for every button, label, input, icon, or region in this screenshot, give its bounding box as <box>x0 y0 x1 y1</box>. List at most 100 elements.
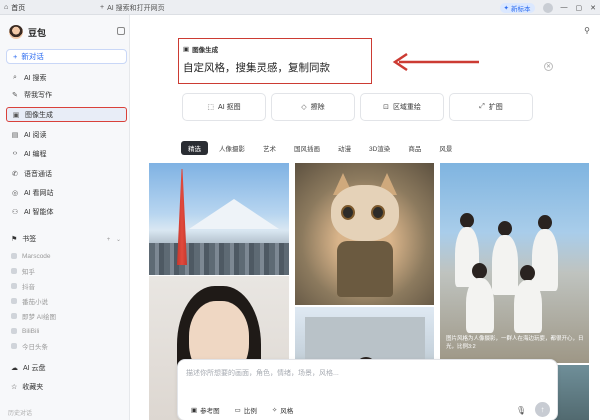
cat-body-shape <box>337 241 393 297</box>
tab-art[interactable]: 艺术 <box>256 141 283 155</box>
tab-home[interactable]: ⌂ 首页 <box>4 2 25 13</box>
person-shape <box>466 278 494 333</box>
main-content: ⚲ ▣ 图像生成 自定风格，搜集灵感，复制同款 ✕ ⬚ AI 抠图 ◇ 擦除 ⊡… <box>131 15 600 420</box>
cutout-icon: ⬚ <box>207 104 215 111</box>
sidebar-item-agent[interactable]: ⚇ AI 智能体 <box>6 204 127 219</box>
reference-image-button[interactable]: ▣ 参考图 <box>186 404 225 416</box>
close-icon[interactable]: ✕ <box>544 62 553 71</box>
tool-label: 擦除 <box>310 104 325 111</box>
bookmark-item[interactable]: BiliBili <box>6 325 127 337</box>
close-button[interactable]: ✕ <box>590 4 596 12</box>
tool-region-button[interactable]: ⊡ 区域重绘 <box>360 93 444 121</box>
sidebar-item-label: AI 云盘 <box>23 364 46 372</box>
bookmark-item[interactable]: Marscode <box>6 250 127 262</box>
person-shape <box>520 265 535 281</box>
phone-icon: ✆ <box>12 170 18 178</box>
sidebar-item-favorites[interactable]: ☆ 收藏夹 <box>6 380 127 393</box>
image-tools: ⬚ AI 抠图 ◇ 擦除 ⊡ 区域重绘 ⤢ 扩图 <box>182 93 533 121</box>
prompt-input[interactable]: 描述你所想要的画面，角色，情绪，场景，风格... <box>186 368 339 378</box>
star-icon: ☆ <box>11 383 18 391</box>
tab-featured[interactable]: 精选 <box>181 141 208 155</box>
site-icon <box>11 328 17 334</box>
sidebar-item-ai-search[interactable]: ⌕ AI 搜索 <box>6 70 127 85</box>
bookmark-item[interactable]: 番茄小说 <box>6 295 127 307</box>
ratio-icon: ▭ <box>234 407 241 414</box>
image-icon: ▣ <box>12 111 20 119</box>
tool-label: AI 抠图 <box>218 104 241 111</box>
sidebar-item-reading[interactable]: ▤ AI 阅读 <box>6 127 127 142</box>
bookmark-label: 番茄小说 <box>22 299 48 306</box>
site-icon <box>11 283 17 289</box>
hero-tag: ▣ 图像生成 <box>183 44 367 54</box>
page-title: 自定风格，搜集灵感，复制同款 <box>183 62 330 74</box>
button-label: 参考图 <box>200 408 220 415</box>
city-shape <box>149 243 289 275</box>
sidebar-item-cloud[interactable]: ☁ AI 云盘 <box>6 361 127 374</box>
plus-icon: + <box>13 52 18 61</box>
composer-options: ▣ 参考图 ▭ 比例 ✧ 风格 <box>186 404 298 416</box>
image-icon: ▣ <box>183 46 190 53</box>
sidebar-item-image-gen[interactable]: ▣ 图像生成 <box>6 107 127 122</box>
new-badge[interactable]: ✦ 新标本 <box>499 2 535 13</box>
style-button[interactable]: ✧ 风格 <box>267 404 298 416</box>
pin-icon[interactable]: ⚲ <box>584 26 590 35</box>
tool-expand-button[interactable]: ⤢ 扩图 <box>449 93 533 121</box>
bookmarks-header[interactable]: ⚑ 书签 + ⌄ <box>6 233 127 245</box>
home-icon: ⌂ <box>4 4 9 11</box>
sparkle-icon: ✦ <box>503 4 509 12</box>
bookmark-item[interactable]: 今日头条 <box>6 340 127 352</box>
plus-icon[interactable]: + <box>100 4 104 11</box>
browser-titlebar: ⌂ 首页 + AI 搜索和打开网页 ✦ 新标本 — ▢ ✕ <box>0 0 600 15</box>
site-icon <box>11 343 17 349</box>
gallery-image-beach-group[interactable]: 图片风格为人像摄影，一群人在海边玩耍，都很开心，日光，比例3:2 <box>440 163 589 363</box>
bookmark-actions-icon[interactable]: + ⌄ <box>107 236 123 243</box>
agent-icon: ⚇ <box>11 208 19 216</box>
tab-guofeng[interactable]: 国风插画 <box>287 141 327 155</box>
sidebar-item-label: 图像生成 <box>25 111 53 119</box>
category-tabs: 精选 人像摄影 艺术 国风插画 动漫 3D渲染 商品 风景 <box>181 141 459 155</box>
site-icon <box>11 313 17 319</box>
person-shape <box>538 215 552 230</box>
tool-label: 扩图 <box>488 104 503 111</box>
cat-eye-shape <box>341 205 355 220</box>
ratio-button[interactable]: ▭ 比例 <box>230 404 262 416</box>
bookmark-label: 抖音 <box>22 284 35 291</box>
bookmark-item[interactable]: 知乎 <box>6 265 127 277</box>
tab-anime[interactable]: 动漫 <box>331 141 358 155</box>
sidebar-item-writing[interactable]: ✎ 帮我写作 <box>6 87 127 102</box>
tab-portrait[interactable]: 人像摄影 <box>212 141 252 155</box>
sidebar-item-label: 语音通话 <box>24 170 52 178</box>
minimize-button[interactable]: — <box>561 4 568 11</box>
tab-home-label: 首页 <box>11 4 26 12</box>
sidebar-item-web[interactable]: ◎ AI 看网站 <box>6 185 127 200</box>
tool-eraser-button[interactable]: ◇ 擦除 <box>271 93 355 121</box>
tower-shape <box>177 169 187 265</box>
tab-landscape[interactable]: 风景 <box>432 141 459 155</box>
tab-product[interactable]: 商品 <box>401 141 428 155</box>
microphone-icon[interactable]: 🎙 <box>516 406 526 415</box>
button-label: 风格 <box>280 408 294 415</box>
bookmark-item[interactable]: 抖音 <box>6 280 127 292</box>
new-badge-label: 新标本 <box>511 5 531 13</box>
tab-3d[interactable]: 3D渲染 <box>362 141 397 155</box>
tool-cutout-button[interactable]: ⬚ AI 抠图 <box>182 93 266 121</box>
user-avatar[interactable] <box>542 2 553 13</box>
cat-eye-shape <box>371 205 385 220</box>
sidebar-item-voice-call[interactable]: ✆ 语音通话 <box>6 166 127 181</box>
gallery-image-cat[interactable] <box>295 163 434 305</box>
new-chat-button[interactable]: + 新对话 <box>6 49 127 64</box>
brand-avatar <box>9 25 23 39</box>
tool-label: 区域重绘 <box>392 104 421 111</box>
bookmark-label: 知乎 <box>22 269 35 276</box>
region-icon: ⊡ <box>383 104 389 111</box>
tab-new[interactable]: + AI 搜索和打开网页 <box>100 2 165 13</box>
sidebar-item-coding[interactable]: ‹› AI 编程 <box>6 146 127 161</box>
brand[interactable]: 豆包 <box>9 25 46 39</box>
bookmark-item[interactable]: 即梦 AI绘图 <box>6 310 127 322</box>
code-icon: ‹› <box>12 150 18 157</box>
send-button[interactable]: ↑ <box>535 402 550 417</box>
history-link[interactable]: 历史对话 <box>8 408 32 417</box>
sidebar-collapse-icon[interactable] <box>117 27 125 35</box>
maximize-button[interactable]: ▢ <box>576 4 583 12</box>
gallery-image-tokyo-tower[interactable] <box>149 163 289 275</box>
